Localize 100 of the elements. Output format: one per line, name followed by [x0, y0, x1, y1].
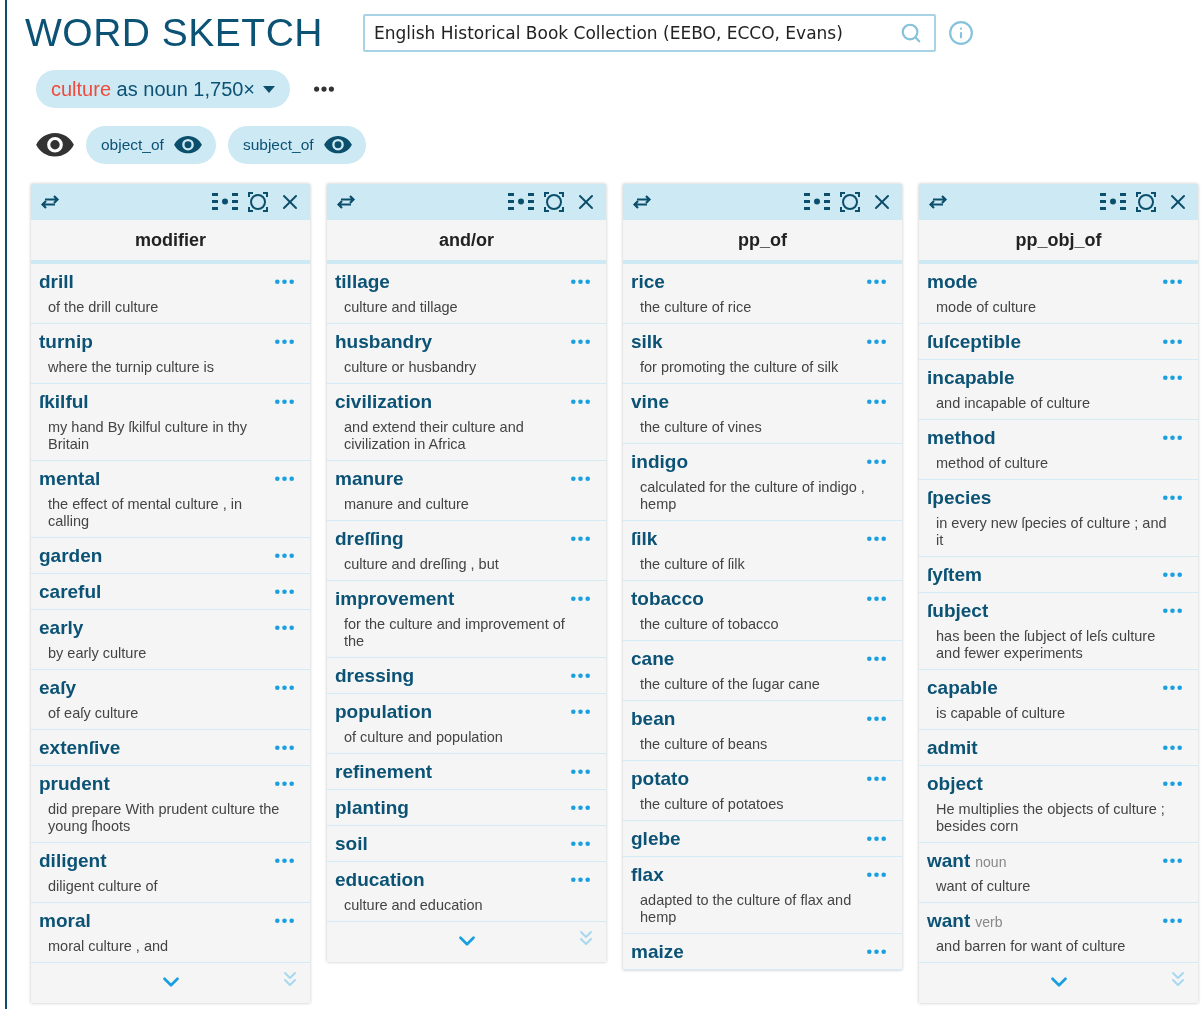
collocate-word[interactable]: ſuſceptible [927, 331, 1021, 353]
focus-icon[interactable] [248, 192, 268, 212]
collocate-word[interactable]: maize [631, 941, 684, 963]
layout-icon[interactable] [1100, 193, 1126, 211]
collocate-word[interactable]: flax [631, 864, 664, 886]
example-text: for the culture and improvement of the [344, 616, 566, 650]
example-text: method of culture [936, 455, 1050, 472]
example-text: diligent culture of [48, 878, 159, 895]
corpus-search-field[interactable]: English Historical Book Collection (EEBO, ECCO, Evans) [363, 14, 936, 52]
collocate-word[interactable]: ſpecies [927, 487, 992, 509]
collocate-word[interactable]: prudent [39, 773, 110, 795]
part-of-speech: verb [975, 914, 1003, 930]
collocate-word[interactable]: soil [335, 833, 368, 855]
collocate-word[interactable]: method [927, 427, 996, 449]
part-of-speech: noun [975, 854, 1007, 870]
example-text: manure and culture [344, 496, 470, 513]
collocate-word[interactable]: drill [39, 271, 74, 293]
collocate-word[interactable]: mode [927, 271, 978, 293]
collocate-word[interactable]: population [335, 701, 433, 723]
collocate-word[interactable]: moral [39, 910, 91, 932]
example-text: moral culture , and [48, 938, 170, 955]
layout-icon[interactable] [508, 193, 534, 211]
filter-chip[interactable]: object_of [86, 126, 216, 164]
swap-icon[interactable] [927, 194, 949, 210]
collocate-word[interactable]: husbandry [335, 331, 433, 353]
column-title: modifier [31, 220, 310, 264]
eye-icon [323, 136, 352, 154]
collocate-word[interactable]: civilization [335, 391, 433, 413]
eye-icon [173, 136, 202, 154]
collocate-word[interactable]: extenſive [39, 737, 121, 759]
example-text: of the drill culture [48, 299, 160, 316]
swap-icon[interactable] [39, 194, 61, 210]
focus-icon[interactable] [544, 192, 564, 212]
collocate-word[interactable]: refinement [335, 761, 433, 783]
collocate-word[interactable]: indigo [631, 451, 688, 473]
layout-icon[interactable] [804, 193, 830, 211]
collocate-word[interactable]: tobacco [631, 588, 704, 610]
example-text: did prepare With prudent culture the young ſhoots [48, 801, 280, 835]
layout-icon[interactable] [212, 193, 238, 211]
example-text: and incapable of culture [936, 395, 1091, 412]
collocate-word[interactable]: rice [631, 271, 665, 293]
collocate-word[interactable]: early [39, 617, 84, 639]
collocate-word[interactable]: mental [39, 468, 101, 490]
example-text: culture or husbandry [344, 359, 478, 376]
example-text: where the turnip culture is [48, 359, 216, 376]
collocate-word[interactable]: want [927, 850, 971, 872]
example-text: want of culture [936, 878, 1032, 895]
collocate-word[interactable]: bean [631, 708, 676, 730]
example-text: culture and dreſſing , but [344, 556, 500, 573]
example-text: of culture and population [344, 729, 504, 746]
collocate-word[interactable]: ſubject [927, 600, 989, 622]
focus-icon[interactable] [840, 192, 860, 212]
collocate-word[interactable]: want [927, 910, 971, 932]
collocate-word[interactable]: improvement [335, 588, 455, 610]
more-icon[interactable] [314, 85, 335, 93]
example-text: mode of culture [936, 299, 1037, 316]
search-icon[interactable] [900, 22, 922, 44]
example-text: culture and education [344, 897, 484, 914]
collocate-word[interactable]: potato [631, 768, 690, 790]
example-text: the culture of ſilk [640, 556, 746, 573]
collocate-word[interactable]: silk [631, 331, 663, 353]
collocate-word[interactable]: careful [39, 581, 102, 603]
collocate-word[interactable]: education [335, 869, 425, 891]
example-text: the culture of the ſugar cane [640, 676, 821, 693]
column-title: pp_obj_of [919, 220, 1198, 264]
collocate-word[interactable]: garden [39, 545, 103, 567]
column-title: pp_of [623, 220, 902, 264]
lemma-dropdown[interactable]: culture as noun 1,750× [36, 70, 291, 108]
collocate-word[interactable]: manure [335, 468, 404, 490]
filter-chip[interactable]: subject_of [227, 126, 366, 164]
collocate-word[interactable]: admit [927, 737, 978, 759]
collocate-word[interactable]: diligent [39, 850, 107, 872]
collocate-word[interactable]: dressing [335, 665, 415, 687]
example-text: the culture of vines [640, 419, 763, 436]
example-text: of eaſy culture [48, 705, 140, 722]
collocate-word[interactable]: ſilk [631, 528, 658, 550]
focus-icon[interactable] [1136, 192, 1156, 212]
collocate-word[interactable]: planting [335, 797, 409, 819]
example-text: and barren for want of culture [936, 938, 1127, 955]
example-text: culture and tillage [344, 299, 459, 316]
collocate-word[interactable]: ſyſtem [927, 564, 982, 586]
eye-icon[interactable] [36, 133, 74, 157]
collocate-word[interactable]: capable [927, 677, 998, 699]
collocate-word[interactable]: dreſſing [335, 528, 404, 550]
collocate-word[interactable]: incapable [927, 367, 1015, 389]
info-icon[interactable] [948, 20, 974, 46]
swap-icon[interactable] [335, 194, 357, 210]
collocate-word[interactable]: eaſy [39, 677, 76, 699]
swap-icon[interactable] [631, 194, 653, 210]
collocate-word[interactable]: vine [631, 391, 670, 413]
caret-icon [263, 85, 276, 93]
collocate-word[interactable]: tillage [335, 271, 390, 293]
collocate-word[interactable]: glebe [631, 828, 681, 850]
example-text: the culture of potatoes [640, 796, 785, 813]
collocate-word[interactable]: object [927, 773, 983, 795]
collocate-word[interactable]: cane [631, 648, 675, 670]
collocate-word[interactable]: turnip [39, 331, 93, 353]
example-text: He multiplies the objects of culture ; besides corn [936, 801, 1166, 835]
collocate-word[interactable]: ſkilful [39, 391, 89, 413]
example-text: has been the ſubject of leſs culture and fewer experiments [936, 628, 1157, 662]
